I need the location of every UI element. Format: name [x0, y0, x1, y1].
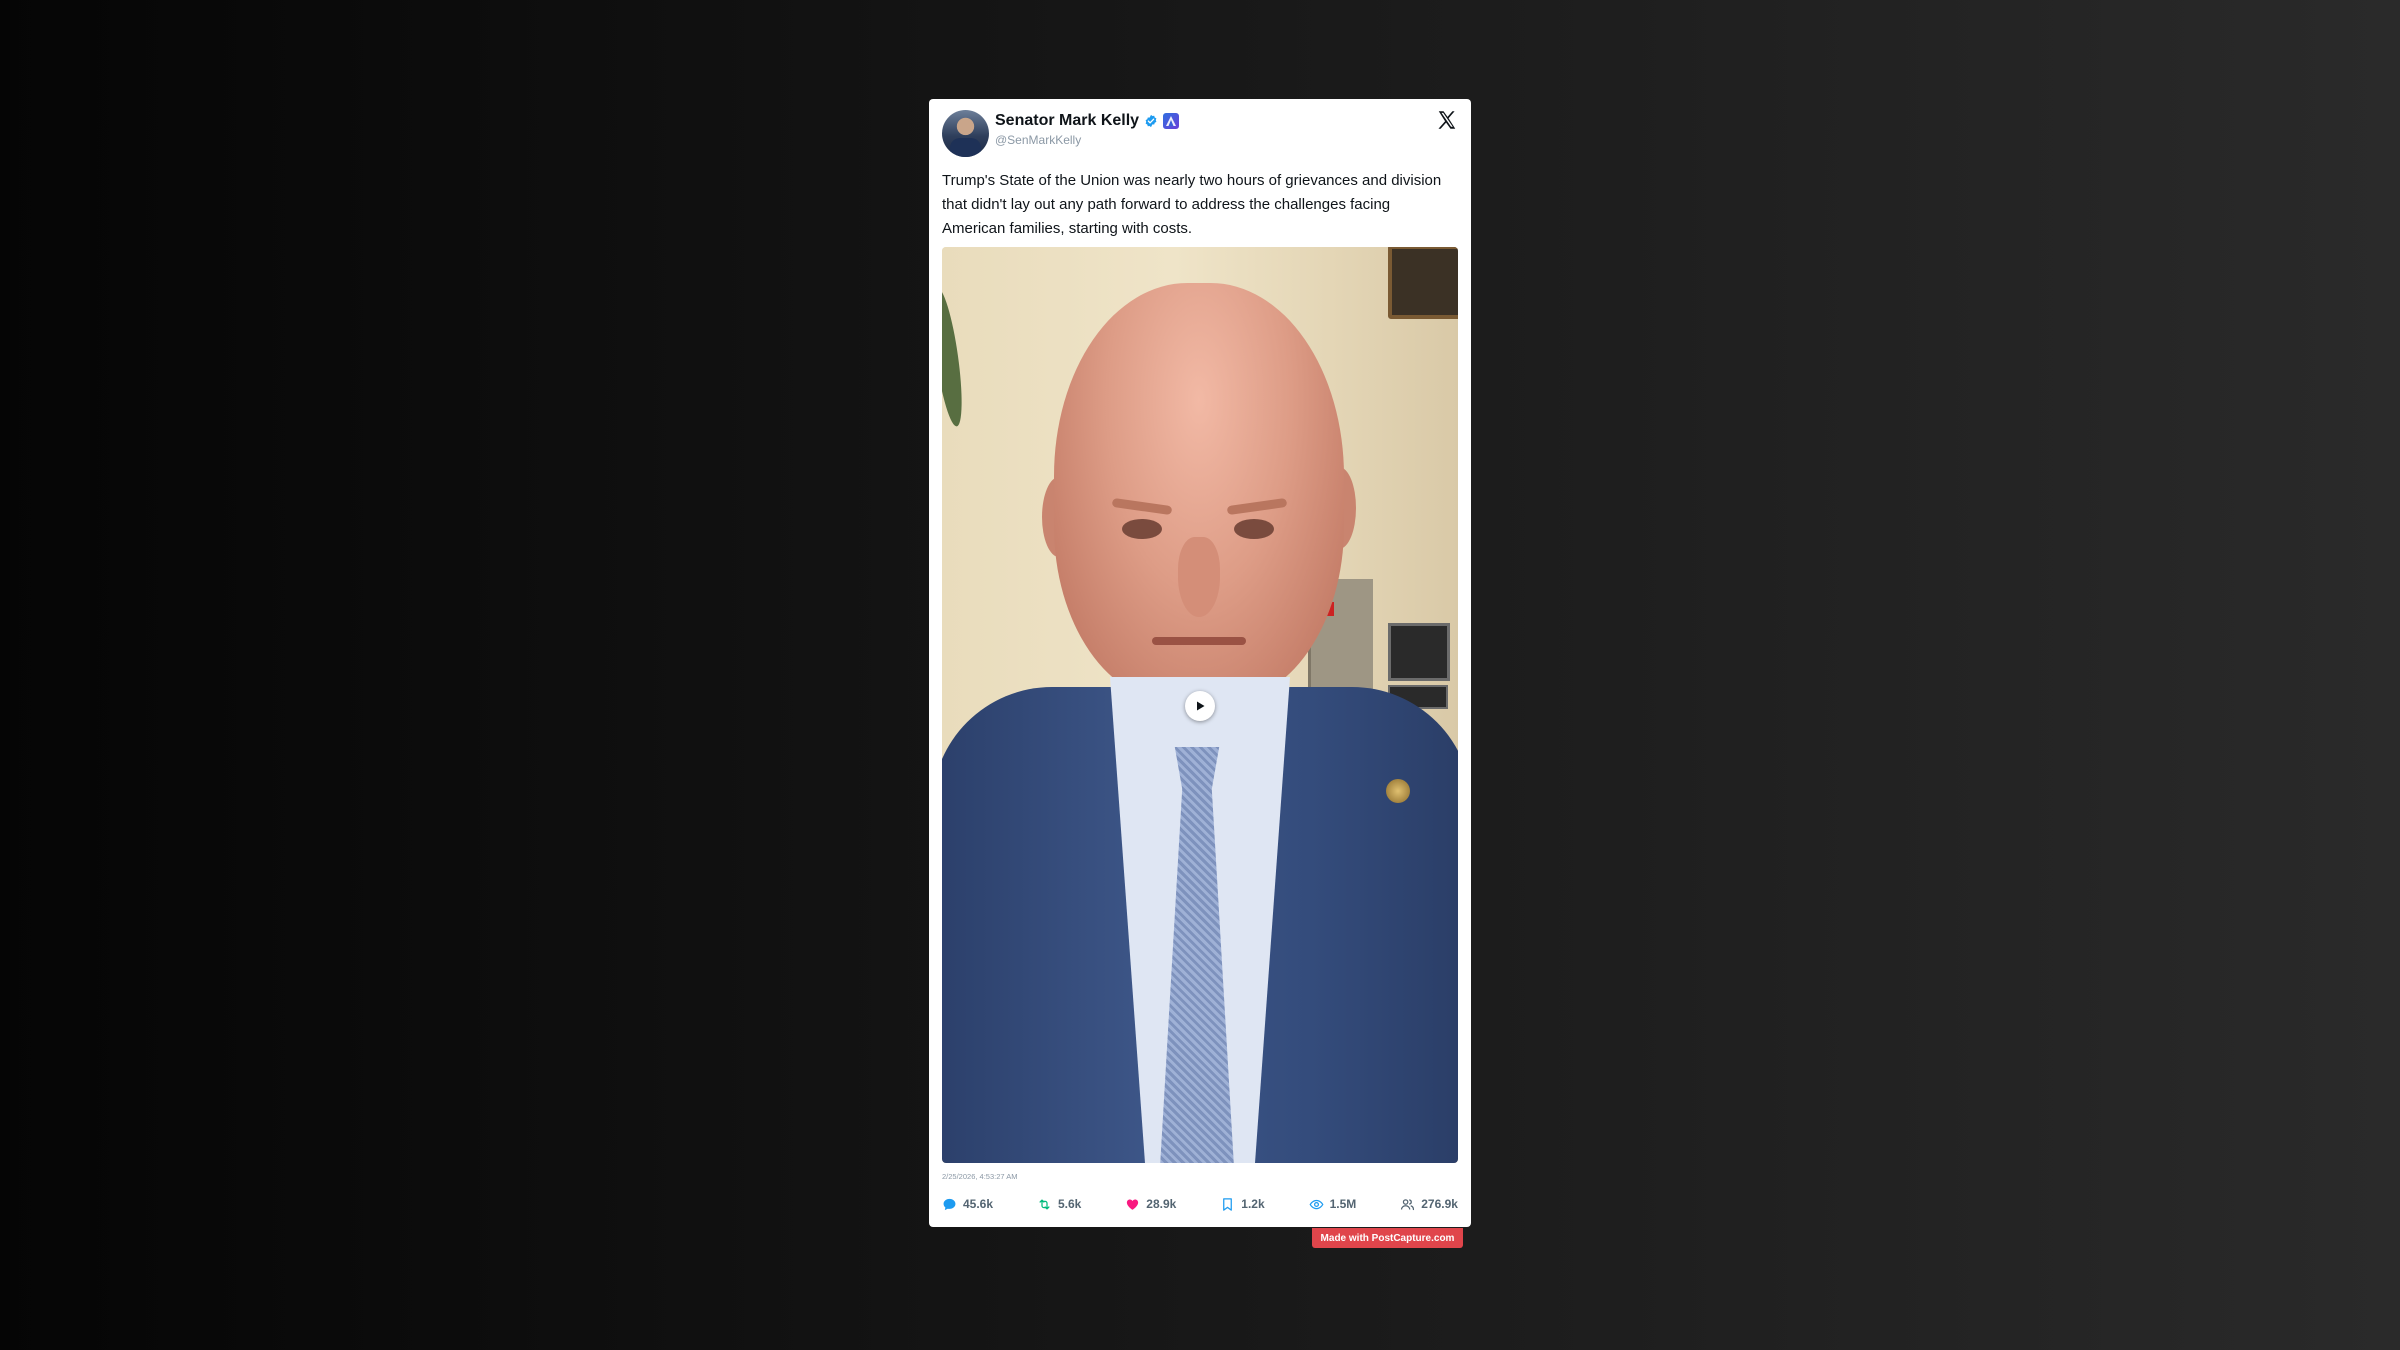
post-stats: 45.6k 5.6k 28.9k 1.2k 1.5M 276.9k: [942, 1194, 1458, 1214]
bookmark-icon: [1223, 1197, 1233, 1211]
eye-icon: [1309, 1199, 1324, 1209]
repost-icon: [1039, 1199, 1050, 1209]
reposts-stat[interactable]: 5.6k: [1037, 1197, 1081, 1212]
reposts-count: 5.6k: [1057, 1197, 1082, 1211]
replies-count: 45.6k: [963, 1197, 994, 1211]
x-logo-icon[interactable]: [1436, 109, 1458, 131]
reply-icon: [943, 1198, 956, 1210]
play-button[interactable]: [1185, 691, 1215, 721]
followers-count: 276.9k: [1421, 1197, 1458, 1211]
followers-stat[interactable]: 276.9k: [1400, 1197, 1458, 1212]
likes-count: 28.9k: [1146, 1197, 1177, 1211]
heart-icon: [1127, 1199, 1139, 1210]
verified-badge-icon: [1145, 114, 1157, 128]
author-handle[interactable]: @SenMarkKelly: [995, 133, 1081, 147]
watermark-badge[interactable]: Made with PostCapture.com: [1312, 1228, 1463, 1248]
views-stat[interactable]: 1.5M: [1309, 1197, 1357, 1212]
avatar[interactable]: [942, 110, 989, 157]
video-thumbnail[interactable]: [942, 247, 1458, 1163]
play-icon: [1197, 701, 1205, 711]
post-timestamp: 2/25/2026, 4:53:27 AM: [942, 1172, 1018, 1181]
people-icon: [1401, 1198, 1415, 1210]
author-row: Senator Mark Kelly: [995, 112, 1180, 130]
replies-stat[interactable]: 45.6k: [942, 1197, 993, 1212]
author-name[interactable]: Senator Mark Kelly: [995, 112, 1139, 130]
post-text: Trump's State of the Union was nearly tw…: [942, 172, 1442, 237]
post-card: Senator Mark Kelly @SenMarkKelly Trump's…: [929, 99, 1471, 1227]
bookmarks-count: 1.2k: [1241, 1197, 1265, 1211]
views-count: 1.5M: [1329, 1197, 1357, 1211]
likes-stat[interactable]: 28.9k: [1125, 1197, 1176, 1212]
affiliation-badge-icon: [1163, 113, 1180, 129]
bookmarks-stat[interactable]: 1.2k: [1220, 1197, 1265, 1212]
